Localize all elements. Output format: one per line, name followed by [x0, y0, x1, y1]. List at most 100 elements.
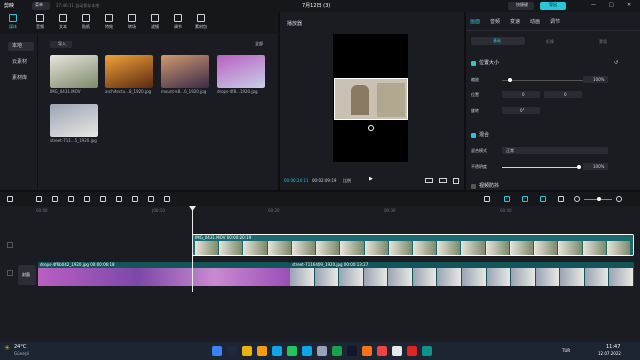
- taskbar-app-icon[interactable]: [272, 346, 282, 356]
- taskbar-app-icon[interactable]: [287, 346, 297, 356]
- tab-transitions[interactable]: 转场: [126, 14, 138, 30]
- clip-img-0431[interactable]: IMG_0431.MOV 00:00:20:19: [192, 234, 634, 256]
- blend-checkbox[interactable]: [471, 133, 476, 138]
- zoom-out-icon[interactable]: [574, 196, 580, 202]
- link-main-track-icon[interactable]: [504, 196, 510, 202]
- taskbar-app-icon[interactable]: [377, 346, 387, 356]
- taskbar-app-icon[interactable]: [302, 346, 312, 356]
- rotate-field[interactable]: 0°: [502, 107, 540, 114]
- taskbar-app-icon[interactable]: [407, 346, 417, 356]
- taskbar-app-icon[interactable]: [257, 346, 267, 356]
- blend-mode-select[interactable]: 正常: [502, 147, 608, 154]
- freeze-icon[interactable]: [100, 196, 106, 202]
- start-icon[interactable]: [212, 346, 222, 356]
- ratio-button[interactable]: 比例: [343, 179, 351, 183]
- media-item[interactable]: [217, 55, 265, 88]
- microphone-icon[interactable]: [484, 196, 490, 202]
- media-item[interactable]: [50, 55, 98, 88]
- keyboard-layout[interactable]: TUR: [562, 349, 570, 353]
- tab-picture[interactable]: 画面: [470, 20, 480, 25]
- video-frame[interactable]: [334, 78, 408, 120]
- crop-icon[interactable]: [164, 196, 170, 202]
- taskbar-app-icon[interactable]: [227, 346, 237, 356]
- media-item[interactable]: [50, 104, 98, 137]
- media-item-name: architectu...8_1920.jpg: [105, 89, 152, 94]
- subtab-mask[interactable]: 蒙版: [599, 40, 607, 44]
- import-button[interactable]: 导入: [50, 41, 72, 48]
- maximize-icon[interactable]: □: [609, 3, 614, 8]
- delete-icon[interactable]: [84, 196, 90, 202]
- stabilize-checkbox[interactable]: [471, 184, 476, 189]
- scale-value-field[interactable]: 100%: [583, 76, 608, 83]
- clip-frame: [364, 241, 388, 255]
- weather-icon[interactable]: ☀: [4, 345, 10, 352]
- subtab-basic[interactable]: 基础: [471, 37, 525, 45]
- tab-adjust[interactable]: 调节: [172, 14, 184, 30]
- mirror-icon[interactable]: [132, 196, 138, 202]
- tab-adjust-props[interactable]: 调节: [550, 20, 560, 25]
- tab-filters[interactable]: 滤镜: [149, 14, 161, 30]
- track-lock-icon[interactable]: [7, 242, 13, 248]
- taskbar-app-icon[interactable]: [422, 346, 432, 356]
- tab-audio-props[interactable]: 音频: [490, 20, 500, 25]
- undo-icon[interactable]: [36, 196, 42, 202]
- taskbar-app-icon[interactable]: [242, 346, 252, 356]
- snap-icon[interactable]: [540, 196, 546, 202]
- sort-dropdown[interactable]: 全部: [255, 42, 263, 46]
- position-y-field[interactable]: 0: [544, 91, 582, 98]
- zoom-slider-thumb[interactable]: [597, 197, 601, 201]
- sidebar-item-local[interactable]: 本地: [8, 42, 34, 51]
- taskbar-app-icon[interactable]: [362, 346, 372, 356]
- playhead[interactable]: [192, 206, 193, 292]
- fullscreen-icon[interactable]: [453, 178, 459, 184]
- sidebar-item-cloud[interactable]: 云素材: [8, 58, 34, 67]
- taskbar-app-icon[interactable]: [392, 346, 402, 356]
- position-size-checkbox[interactable]: [471, 61, 476, 66]
- rotate-handle-icon[interactable]: [368, 125, 374, 131]
- taskbar-app-icon[interactable]: [332, 346, 342, 356]
- play-icon[interactable]: ▶: [369, 177, 373, 182]
- position-label: 位置: [471, 92, 479, 97]
- close-icon[interactable]: ✕: [627, 3, 631, 8]
- taskbar-app-icon[interactable]: [317, 346, 327, 356]
- tab-sticker[interactable]: 贴纸: [80, 14, 92, 30]
- opacity-slider-thumb[interactable]: [577, 165, 581, 169]
- cover-button[interactable]: 封面: [18, 265, 36, 285]
- tab-animation[interactable]: 动画: [530, 20, 540, 25]
- preview-quality-icon[interactable]: [425, 178, 433, 183]
- link-preview-icon[interactable]: [522, 196, 528, 202]
- tab-text[interactable]: 文本: [57, 14, 69, 30]
- media-item[interactable]: [161, 55, 209, 88]
- scale-slider-thumb[interactable]: [508, 78, 512, 82]
- aspect-icon[interactable]: [439, 178, 447, 183]
- sidebar-item-library[interactable]: 素材库: [8, 74, 34, 83]
- opacity-slider[interactable]: [502, 167, 580, 168]
- rotate-icon[interactable]: [148, 196, 154, 202]
- menu-button[interactable]: 菜单: [32, 2, 50, 10]
- position-x-field[interactable]: 0: [502, 91, 540, 98]
- reverse-icon[interactable]: [116, 196, 122, 202]
- tab-audio[interactable]: 音频: [34, 14, 46, 30]
- tab-media[interactable]: 媒体: [7, 14, 19, 30]
- track-visibility-icon[interactable]: [7, 270, 13, 276]
- reset-icon[interactable]: ↺: [614, 61, 618, 66]
- subtab-cutout[interactable]: 抠像: [546, 40, 554, 44]
- media-item[interactable]: [105, 55, 153, 88]
- select-icon[interactable]: [7, 196, 13, 202]
- clip-street[interactable]: street-7116409_1920.jpg 00:00:13:27: [290, 262, 634, 286]
- opacity-value-field[interactable]: 100%: [583, 163, 608, 170]
- shortcut-button[interactable]: 快捷键: [508, 2, 534, 10]
- split-icon[interactable]: [68, 196, 74, 202]
- tab-templates[interactable]: 素材包: [195, 14, 207, 30]
- preview-axis-icon[interactable]: [558, 196, 564, 202]
- export-button[interactable]: 导出: [540, 2, 566, 10]
- minimize-icon[interactable]: —: [591, 3, 596, 8]
- redo-icon[interactable]: [52, 196, 58, 202]
- clip-drops[interactable]: drops-4f6b042_1920.jpg 00:00:06:18: [38, 262, 290, 286]
- zoom-in-icon[interactable]: [616, 196, 622, 202]
- clip-label: drops-4f6b042_1920.jpg 00:00:06:18: [40, 262, 115, 267]
- taskbar-app-icon[interactable]: [347, 346, 357, 356]
- tab-speed[interactable]: 变速: [510, 20, 520, 25]
- tab-effects[interactable]: 特效: [103, 14, 115, 30]
- clip-frame: [486, 268, 511, 286]
